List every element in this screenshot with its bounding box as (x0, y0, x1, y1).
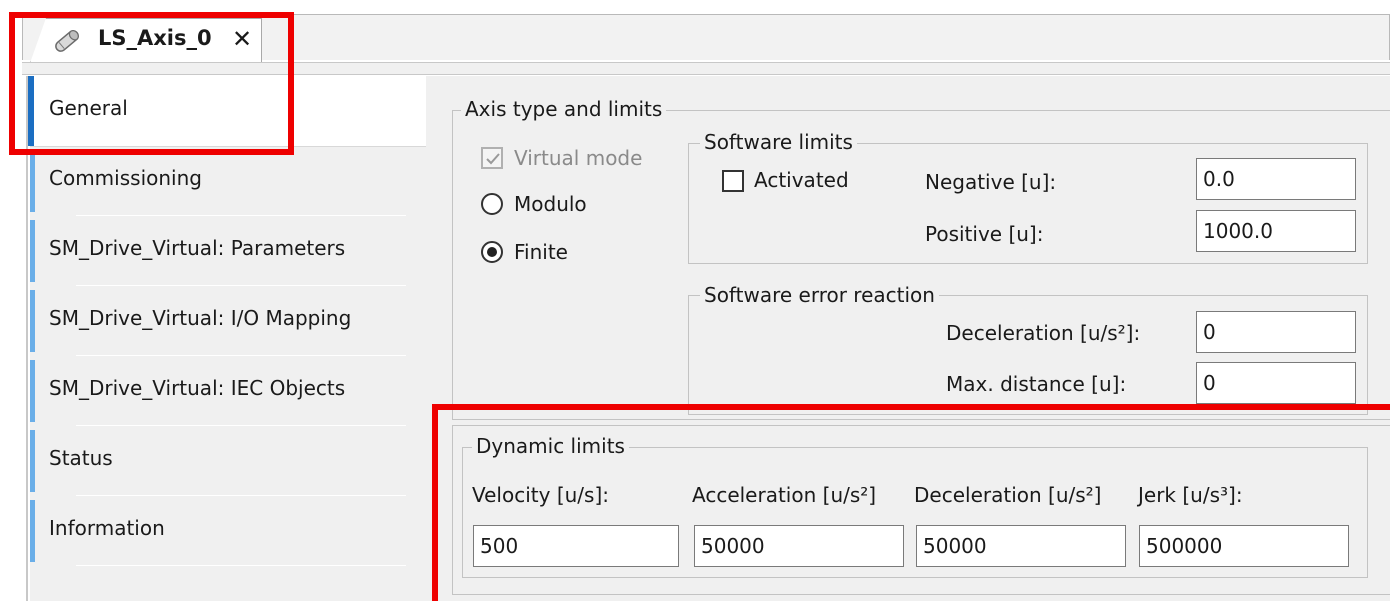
positive-label: Positive [u]: (925, 222, 1044, 246)
nav-item-sm-drive-virtual-parameters[interactable]: SM_Drive_Virtual: Parameters (30, 216, 426, 286)
nav-item-label: Status (49, 446, 113, 470)
software-limits-title: Software limits (700, 130, 857, 154)
max-distance-input[interactable]: 0 (1196, 362, 1356, 404)
nav-item-status[interactable]: Status (30, 426, 426, 496)
virtual-mode-label: Virtual mode (514, 146, 643, 170)
modulo-label: Modulo (514, 192, 587, 216)
checkmark-icon (486, 153, 500, 165)
nav-item-label: SM_Drive_Virtual: Parameters (49, 236, 346, 260)
finite-label: Finite (514, 240, 568, 264)
nav-item-sm-drive-virtual-io-mapping[interactable]: SM_Drive_Virtual: I/O Mapping (30, 286, 426, 356)
nav-item-label: SM_Drive_Virtual: IEC Objects (49, 376, 346, 400)
negative-label: Negative [u]: (925, 170, 1057, 194)
nav-item-label: SM_Drive_Virtual: I/O Mapping (49, 306, 352, 330)
nav-item-information[interactable]: Information (30, 496, 426, 566)
nav-item-indicator (30, 150, 35, 212)
nav-item-label: Commissioning (49, 166, 202, 190)
error-deceleration-input[interactable]: 0 (1196, 311, 1356, 353)
nav-item-indicator (30, 430, 35, 492)
nav-separator (76, 565, 406, 566)
nav-item-indicator (30, 290, 35, 352)
activated-label: Activated (754, 168, 849, 192)
nav-item-indicator (30, 360, 35, 422)
modulo-radio[interactable] (481, 193, 503, 215)
positive-input[interactable]: 1000.0 (1196, 210, 1356, 252)
error-deceleration-label: Deceleration [u/s²]: (946, 321, 1141, 345)
annotation-highlight-general (9, 12, 294, 155)
nav-item-indicator (30, 500, 35, 562)
nav-item-sm-drive-virtual-iec-objects[interactable]: SM_Drive_Virtual: IEC Objects (30, 356, 426, 426)
nav-item-indicator (30, 220, 35, 282)
negative-input[interactable]: 0.0 (1196, 158, 1356, 200)
axis-type-title: Axis type and limits (461, 97, 667, 121)
finite-radio[interactable] (481, 241, 503, 263)
radio-selected-dot (487, 247, 497, 257)
nav-item-commissioning[interactable]: Commissioning (30, 146, 426, 216)
nav-item-label: Information (49, 516, 165, 540)
annotation-highlight-dynamic-limits (432, 404, 1390, 601)
virtual-mode-checkbox[interactable] (481, 147, 503, 169)
max-distance-label: Max. distance [u]: (946, 372, 1127, 396)
activated-checkbox[interactable] (722, 170, 744, 192)
software-error-reaction-title: Software error reaction (700, 283, 939, 307)
